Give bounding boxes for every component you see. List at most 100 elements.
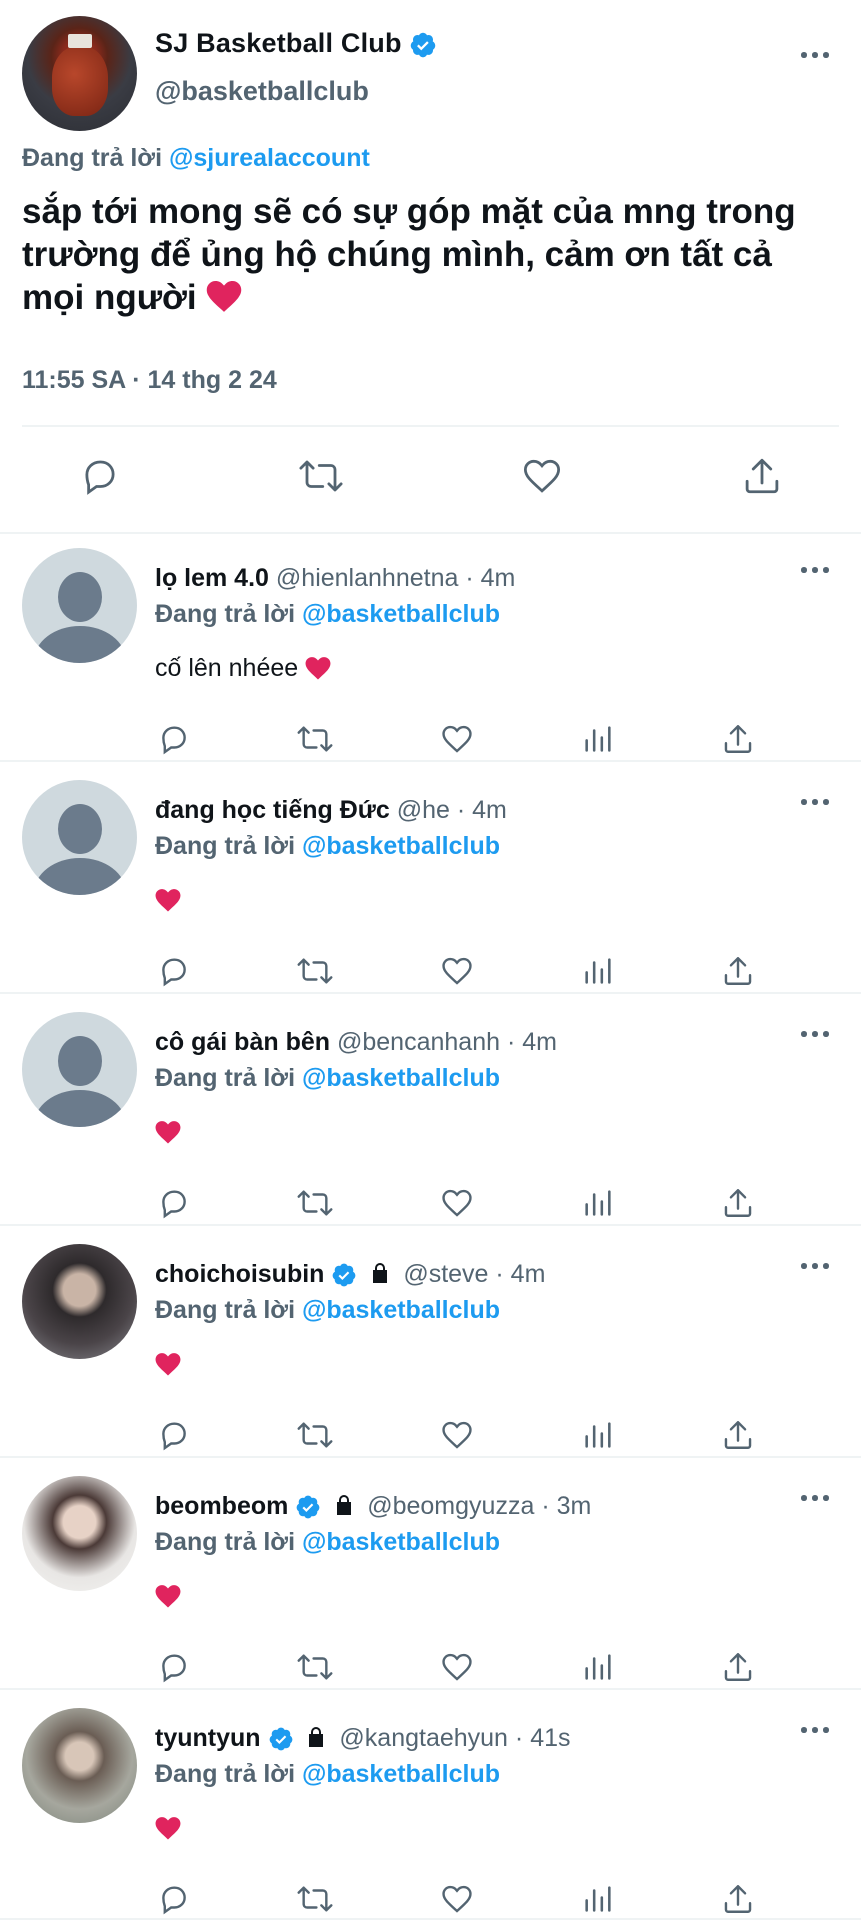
retweet-icon[interactable]	[296, 1186, 334, 1220]
share-icon[interactable]	[721, 1418, 755, 1452]
retweet-icon[interactable]	[296, 722, 334, 756]
reply-handle[interactable]: @kangtaehyun	[339, 1724, 508, 1752]
replying-prefix: Đang trả lời	[22, 144, 163, 172]
reply-time[interactable]: · 41s	[515, 1724, 571, 1752]
like-icon[interactable]	[520, 455, 564, 497]
tweet-text: sắp tới mong sẽ có sự góp mặt của mng tr…	[22, 190, 842, 319]
reply-handle[interactable]: @hienlanhnetna	[276, 564, 458, 592]
like-icon[interactable]	[439, 722, 475, 756]
more-options-icon[interactable]	[799, 796, 831, 808]
reply-time[interactable]: · 3m	[541, 1492, 591, 1520]
reply-text	[155, 1350, 181, 1379]
display-name-text[interactable]: SJ Basketball Club	[155, 28, 402, 58]
reply-tweet[interactable]: tyuntyun @kangtaehyun · 41s Đang trả lời…	[0, 1694, 861, 1920]
tweet-timestamp[interactable]: 11:55 SA · 14 thg 2 24	[22, 366, 277, 395]
reply-display-name[interactable]: đang học tiếng Đức	[155, 796, 390, 824]
replying-prefix: Đang trả lời	[155, 1760, 296, 1788]
reply-handle[interactable]: @he	[397, 796, 450, 824]
default-avatar[interactable]	[22, 548, 137, 663]
photo-avatar[interactable]	[22, 1476, 137, 1591]
analytics-icon[interactable]	[581, 954, 615, 988]
reply-handle[interactable]: @beomgyuzza	[367, 1492, 534, 1520]
reply-icon[interactable]	[157, 1882, 191, 1916]
profile-avatar[interactable]	[22, 16, 137, 131]
analytics-icon[interactable]	[581, 1418, 615, 1452]
replying-prefix: Đang trả lời	[155, 1064, 296, 1092]
retweet-icon[interactable]	[296, 1418, 334, 1452]
lock-icon	[309, 1727, 324, 1747]
retweet-icon[interactable]	[296, 1650, 334, 1684]
retweet-icon[interactable]	[296, 1882, 334, 1916]
replying-mention[interactable]: @sjurealaccount	[169, 144, 370, 172]
reply-text	[155, 1582, 181, 1611]
reply-display-name[interactable]: choichoisubin	[155, 1260, 324, 1288]
analytics-icon[interactable]	[581, 1186, 615, 1220]
replying-mention[interactable]: @basketballclub	[302, 832, 500, 860]
default-avatar[interactable]	[22, 780, 137, 895]
photo-avatar[interactable]	[22, 1708, 137, 1823]
share-icon[interactable]	[721, 954, 755, 988]
share-icon[interactable]	[721, 1882, 755, 1916]
reply-time[interactable]: · 4m	[457, 796, 507, 824]
more-options-icon[interactable]	[799, 1028, 831, 1040]
retweet-icon[interactable]	[298, 455, 344, 497]
replying-mention[interactable]: @basketballclub	[302, 600, 500, 628]
reply-display-name[interactable]: beombeom	[155, 1492, 288, 1520]
handle[interactable]: @basketballclub	[155, 76, 369, 107]
like-icon[interactable]	[439, 954, 475, 988]
replying-to: Đang trả lời @sjurealaccount	[22, 144, 370, 173]
reply-tweet[interactable]: cô gái bàn bên @bencanhanh · 4m Đang trả…	[0, 998, 861, 1228]
reply-handle[interactable]: @steve	[403, 1260, 488, 1288]
more-options-icon[interactable]	[799, 1260, 831, 1272]
photo-avatar[interactable]	[22, 1244, 137, 1359]
like-icon[interactable]	[439, 1650, 475, 1684]
replying-mention[interactable]: @basketballclub	[302, 1296, 500, 1324]
more-options-icon[interactable]	[799, 1724, 831, 1736]
share-icon[interactable]	[721, 722, 755, 756]
replying-mention[interactable]: @basketballclub	[302, 1064, 500, 1092]
main-tweet: SJ Basketball Club @basketballclub Đang …	[0, 0, 861, 530]
reply-tweet[interactable]: lọ lem 4.0 @hienlanhnetna · 4m Đang trả …	[0, 534, 861, 764]
replying-mention[interactable]: @basketballclub	[302, 1760, 500, 1788]
reply-tweet[interactable]: choichoisubin @steve · 4m Đang trả lời @…	[0, 1230, 861, 1460]
replying-to: Đang trả lời @basketballclub	[155, 1528, 500, 1557]
reply-icon[interactable]	[79, 455, 121, 497]
separator	[0, 1456, 861, 1458]
analytics-icon[interactable]	[581, 722, 615, 756]
replying-mention[interactable]: @basketballclub	[302, 1528, 500, 1556]
default-avatar[interactable]	[22, 1012, 137, 1127]
more-options-icon[interactable]	[799, 564, 831, 576]
reply-handle[interactable]: @bencanhanh	[337, 1028, 500, 1056]
like-icon[interactable]	[439, 1882, 475, 1916]
share-icon[interactable]	[721, 1650, 755, 1684]
replying-prefix: Đang trả lời	[155, 1528, 296, 1556]
reply-tweet[interactable]: đang học tiếng Đức @he · 4m Đang trả lời…	[0, 766, 861, 996]
display-name[interactable]: SJ Basketball Club	[155, 28, 437, 59]
analytics-icon[interactable]	[581, 1650, 615, 1684]
reply-header: tyuntyun @kangtaehyun · 41s	[155, 1724, 571, 1753]
reply-time[interactable]: · 4m	[495, 1260, 545, 1288]
lock-icon	[373, 1263, 388, 1283]
reply-display-name[interactable]: cô gái bàn bên	[155, 1028, 330, 1056]
reply-icon[interactable]	[157, 722, 191, 756]
like-icon[interactable]	[439, 1418, 475, 1452]
verified-badge-icon	[333, 1264, 356, 1287]
reply-tweet[interactable]: beombeom @beomgyuzza · 3m Đang trả lời @…	[0, 1462, 861, 1692]
like-icon[interactable]	[439, 1186, 475, 1220]
more-options-icon[interactable]	[799, 49, 831, 61]
divider	[22, 425, 839, 427]
reply-time[interactable]: · 4m	[465, 564, 515, 592]
share-icon[interactable]	[741, 455, 783, 497]
more-options-icon[interactable]	[799, 1492, 831, 1504]
reply-display-name[interactable]: tyuntyun	[155, 1724, 261, 1752]
reply-time[interactable]: · 4m	[507, 1028, 557, 1056]
reply-icon[interactable]	[157, 1186, 191, 1220]
share-icon[interactable]	[721, 1186, 755, 1220]
retweet-icon[interactable]	[296, 954, 334, 988]
reply-display-name[interactable]: lọ lem 4.0	[155, 564, 269, 592]
reply-icon[interactable]	[157, 954, 191, 988]
reply-icon[interactable]	[157, 1418, 191, 1452]
analytics-icon[interactable]	[581, 1882, 615, 1916]
tweet-text-body: sắp tới mong sẽ có sự góp mặt của mng tr…	[22, 192, 796, 317]
reply-icon[interactable]	[157, 1650, 191, 1684]
